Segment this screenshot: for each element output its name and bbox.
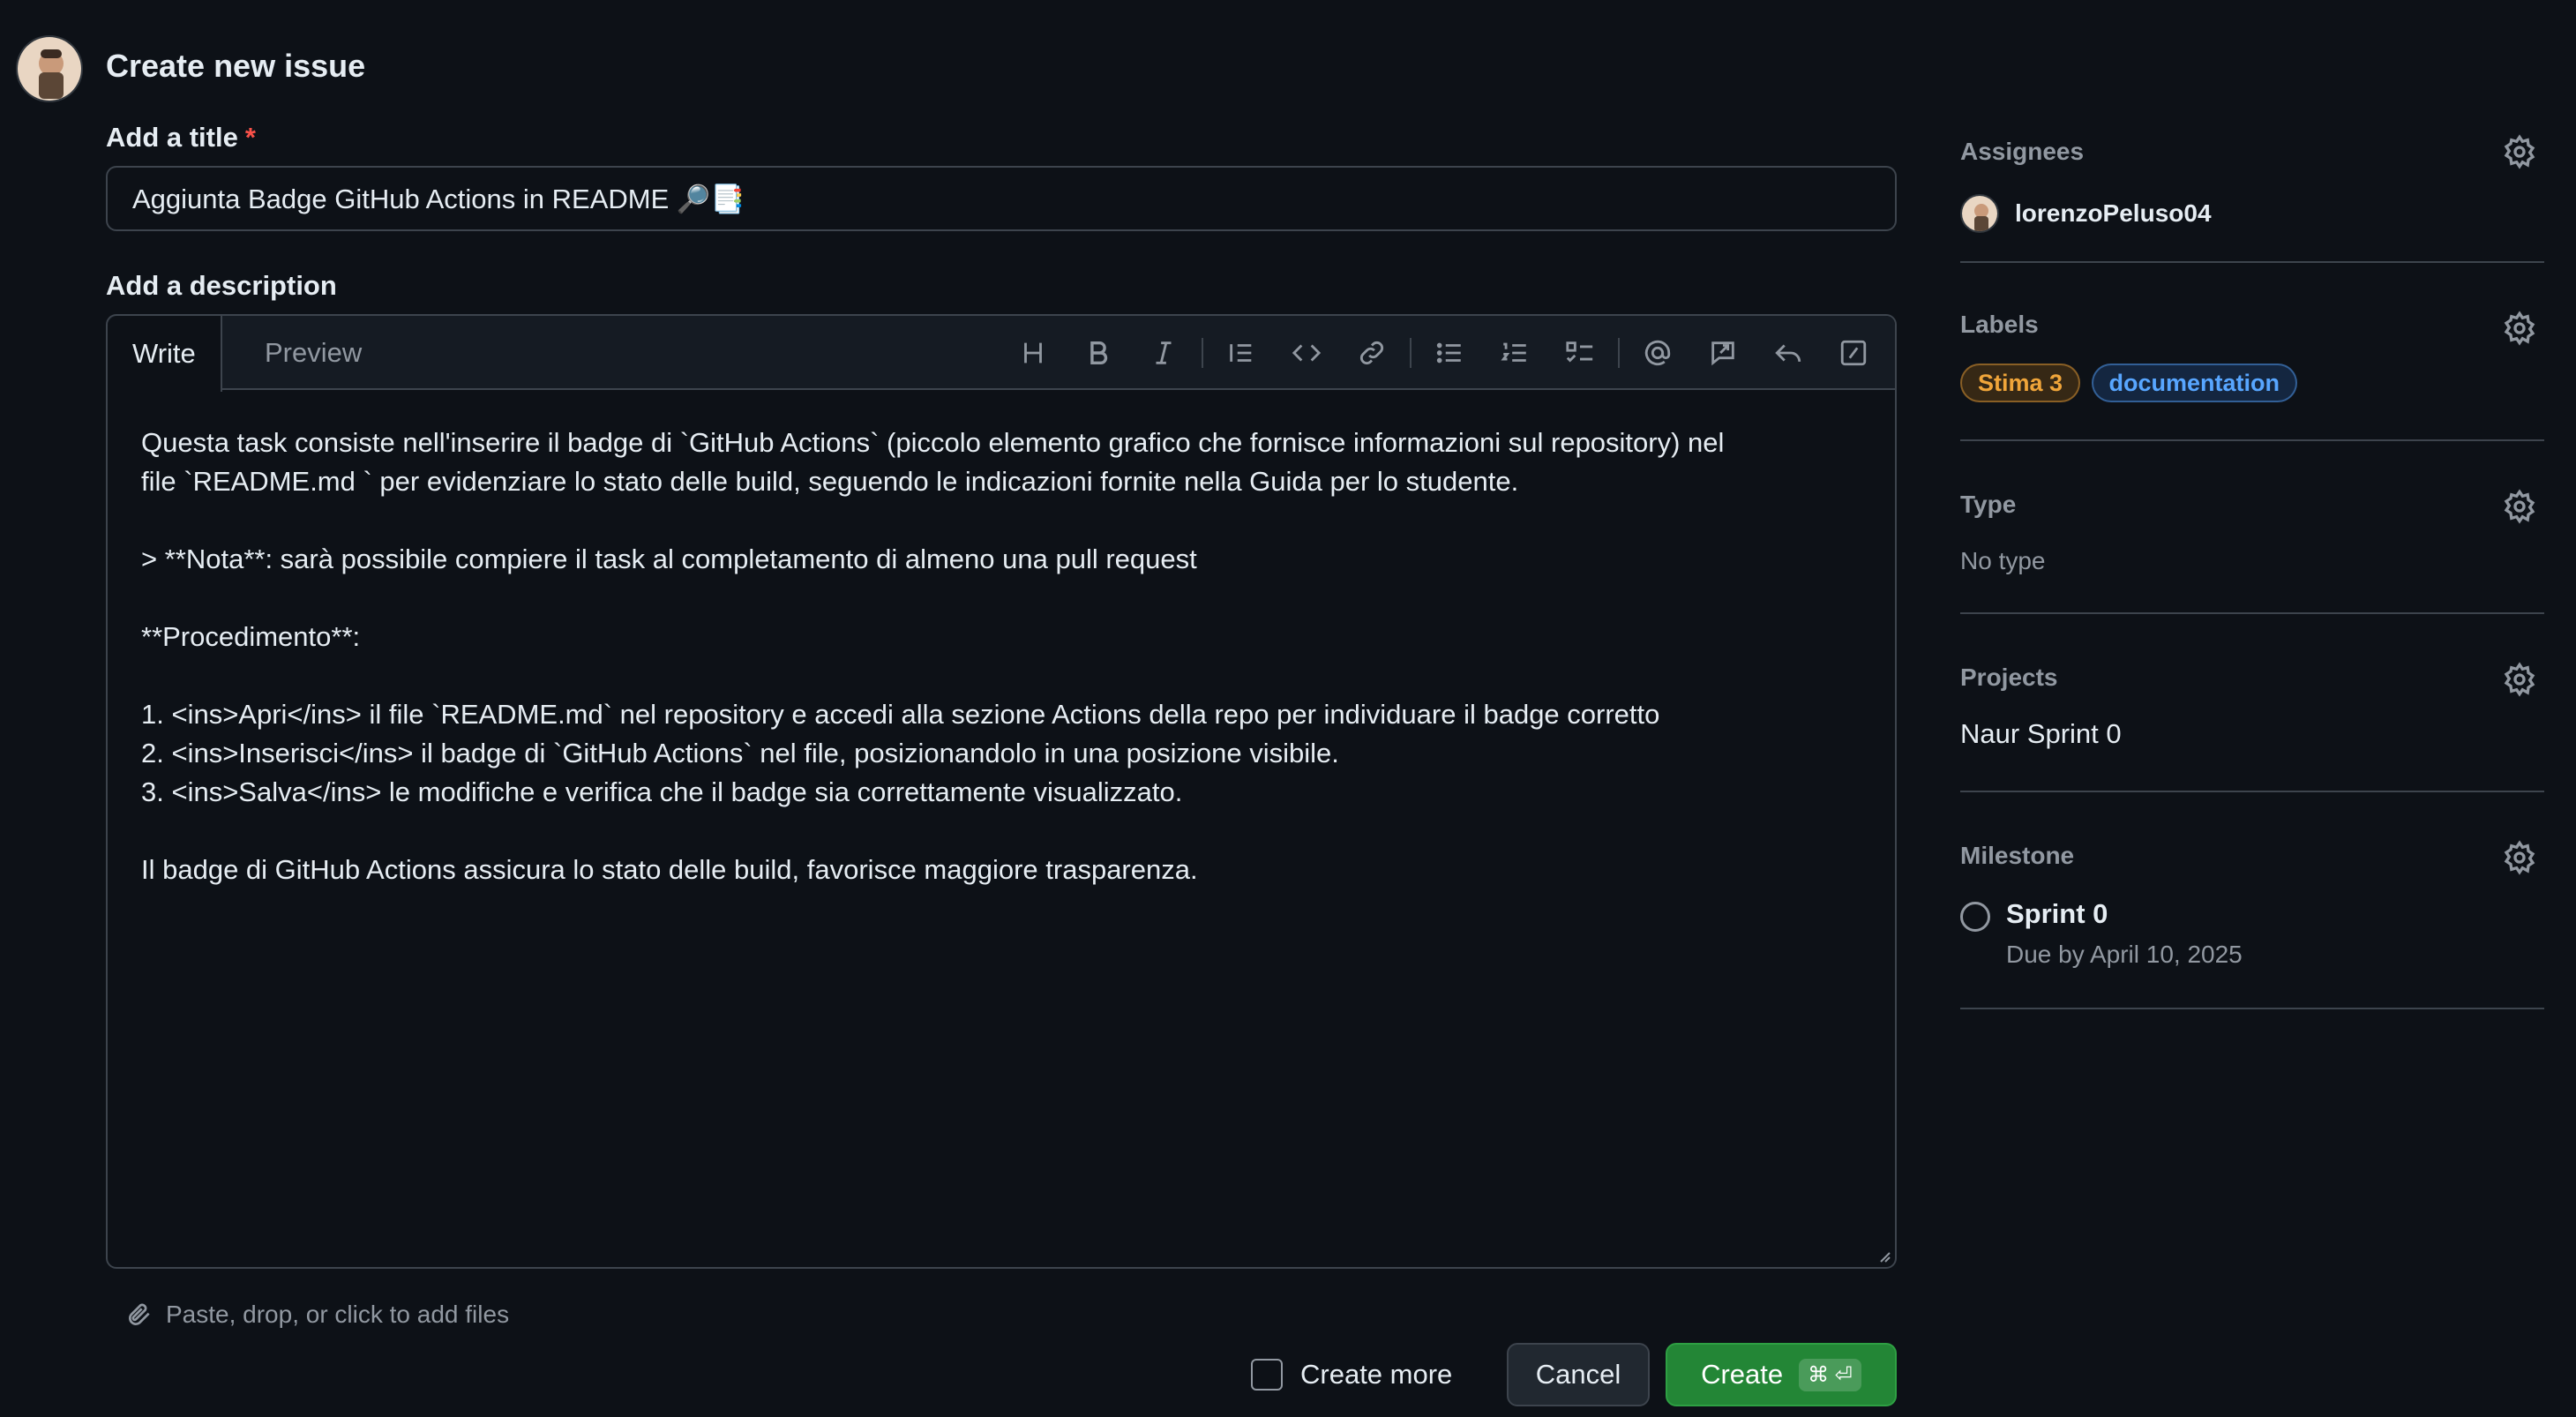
required-mark: * (244, 122, 256, 153)
user-avatar[interactable] (16, 35, 83, 102)
toolbar-divider (1618, 338, 1620, 368)
labels-gear-icon[interactable] (2502, 311, 2537, 346)
create-button[interactable]: Create ⌘ ⏎ (1666, 1343, 1897, 1406)
milestone-section: Milestone Sprint 0 Due by April 10, 2025 (1960, 792, 2544, 1009)
link-icon[interactable] (1339, 326, 1404, 379)
cancel-button[interactable]: Cancel (1507, 1343, 1650, 1406)
milestone-circle-icon (1960, 902, 1990, 932)
toolbar-divider (1410, 338, 1412, 368)
attach-files-area[interactable]: Paste, drop, or click to add files (125, 1301, 509, 1329)
task-list-icon[interactable] (1547, 326, 1613, 379)
reference-icon[interactable] (1690, 326, 1756, 379)
unordered-list-icon[interactable] (1417, 326, 1482, 379)
labels-list: Stima 3 documentation (1960, 364, 2304, 402)
code-icon[interactable] (1274, 326, 1339, 379)
ordered-list-icon[interactable] (1482, 326, 1547, 379)
description-editor[interactable]: Write Preview Questa task consiste nell'… (106, 314, 1897, 1269)
saved-reply-icon[interactable] (1756, 326, 1821, 379)
projects-gear-icon[interactable] (2502, 662, 2537, 697)
bold-icon[interactable] (1066, 326, 1131, 379)
type-gear-icon[interactable] (2502, 489, 2537, 524)
assignee-item[interactable]: lorenzoPeluso04 (1960, 194, 2212, 233)
project-name[interactable]: Naur Sprint 0 (1960, 718, 2122, 750)
editor-header: Write Preview (108, 316, 1895, 392)
labels-heading: Labels (1960, 311, 2039, 338)
italic-icon[interactable] (1131, 326, 1196, 379)
create-more-checkbox[interactable] (1251, 1359, 1283, 1391)
assignee-avatar (1960, 194, 1999, 233)
issue-sidebar: Assignees lorenzoPeluso04 Labels Stima 3… (1960, 124, 2544, 1009)
paperclip-icon (129, 1303, 150, 1325)
page-title: Create new issue (106, 48, 366, 84)
milestone-item[interactable]: Sprint 0 Due by April 10, 2025 (1960, 898, 2243, 969)
attach-hint: Paste, drop, or click to add files (166, 1301, 510, 1328)
assignees-heading: Assignees (1960, 138, 2085, 165)
description-label: Add a description (106, 270, 337, 301)
projects-heading: Projects (1960, 664, 2058, 691)
label-documentation[interactable]: documentation (2091, 364, 2297, 402)
assignee-name: lorenzoPeluso04 (2015, 199, 2212, 227)
type-value: No type (1960, 547, 2046, 574)
issue-title-input[interactable]: Aggiunta Badge GitHub Actions in README … (106, 166, 1897, 231)
title-label: Add a title * (106, 122, 256, 153)
markdown-toolbar (1000, 316, 1886, 390)
quote-icon[interactable] (1209, 326, 1274, 379)
projects-section: Projects Naur Sprint 0 (1960, 614, 2544, 792)
milestone-name: Sprint 0 (2006, 898, 2108, 929)
label-stima[interactable]: Stima 3 (1960, 364, 2081, 402)
milestone-heading: Milestone (1960, 842, 2075, 869)
description-textarea[interactable]: Questa task consiste nell'inserire il ba… (108, 390, 1895, 923)
create-more-label: Create more (1300, 1359, 1453, 1390)
create-button-label: Create (1701, 1359, 1784, 1390)
create-issue-page: Create new issue Add a title * Aggiunta B… (0, 0, 2576, 1417)
toolbar-divider (1202, 338, 1203, 368)
type-heading: Type (1960, 491, 2017, 518)
milestone-due: Due by April 10, 2025 (2006, 941, 2243, 968)
tab-write[interactable]: Write (108, 316, 222, 392)
labels-section: Labels Stima 3 documentation (1960, 263, 2544, 441)
heading-icon[interactable] (1000, 326, 1066, 379)
keyboard-shortcut: ⌘ ⏎ (1799, 1358, 1861, 1391)
mention-icon[interactable] (1625, 326, 1690, 379)
tab-preview[interactable]: Preview (240, 316, 386, 390)
resize-handle-icon[interactable] (1876, 1248, 1891, 1263)
create-more-option[interactable]: Create more (1251, 1359, 1452, 1391)
slash-command-icon[interactable] (1821, 326, 1886, 379)
type-section: Type No type (1960, 441, 2544, 614)
milestone-gear-icon[interactable] (2502, 840, 2537, 875)
assignees-section: Assignees lorenzoPeluso04 (1960, 124, 2544, 263)
assignees-gear-icon[interactable] (2502, 134, 2537, 169)
